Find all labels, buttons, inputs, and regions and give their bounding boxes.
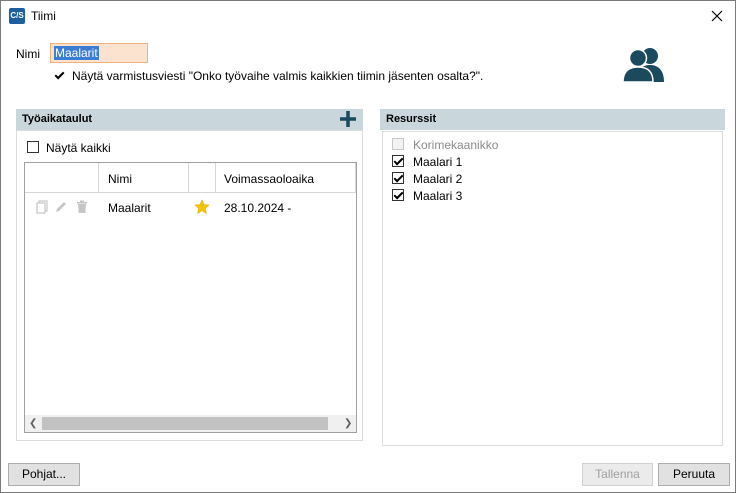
- team-dialog: C/S Tiimi Nimi Maalarit Näytä varmistusv…: [0, 0, 736, 493]
- scroll-right-icon[interactable]: ❯: [344, 418, 352, 429]
- edit-icon[interactable]: [54, 200, 68, 214]
- column-separator: [355, 163, 356, 192]
- cancel-button[interactable]: Peruuta: [658, 463, 730, 486]
- grid-header: Nimi Voimassaoloaika: [25, 163, 356, 193]
- app-icon: C/S: [9, 8, 25, 24]
- window-title: Tiimi: [31, 9, 56, 23]
- team-icon: [622, 48, 664, 82]
- resource-label: Maalari 1: [413, 155, 463, 169]
- close-icon: [711, 10, 723, 22]
- resource-checkbox[interactable]: [392, 172, 404, 184]
- schedules-grid: Nimi Voimassaoloaika Maalarit 28.10.2024…: [24, 162, 357, 433]
- name-label: Nimi: [16, 47, 40, 61]
- scroll-left-icon[interactable]: ❮: [29, 418, 37, 429]
- resource-label: Maalari 2: [413, 172, 463, 186]
- favorite-star-icon[interactable]: [194, 199, 210, 215]
- save-button[interactable]: Tallenna: [582, 463, 653, 486]
- close-button[interactable]: [701, 3, 733, 29]
- name-input-value: Maalarit: [54, 46, 99, 60]
- column-separator: [188, 163, 189, 192]
- resources-header: Resurssit: [380, 109, 725, 130]
- show-all-checkbox[interactable]: [27, 141, 39, 153]
- column-header-validity[interactable]: Voimassaoloaika: [224, 172, 314, 186]
- schedules-header-label: Työaikataulut: [22, 113, 93, 125]
- add-schedule-button[interactable]: [339, 110, 357, 128]
- show-all-label: Näytä kaikki: [46, 141, 111, 155]
- resource-checkbox[interactable]: [392, 155, 404, 167]
- column-header-name[interactable]: Nimi: [108, 172, 132, 186]
- resource-label: Maalari 3: [413, 189, 463, 203]
- table-row[interactable]: Maalarit 28.10.2024 -: [25, 193, 356, 221]
- resource-label: Korimekaanikko: [413, 138, 499, 152]
- row-validity: 28.10.2024 -: [224, 201, 292, 215]
- scrollbar-thumb[interactable]: [42, 417, 328, 430]
- templates-button[interactable]: Pohjat...: [8, 463, 80, 486]
- horizontal-scrollbar[interactable]: ❮ ❯: [25, 415, 356, 432]
- column-separator: [215, 163, 216, 192]
- row-name: Maalarit: [108, 201, 151, 215]
- column-separator: [98, 163, 99, 192]
- name-input[interactable]: Maalarit: [50, 43, 148, 63]
- resource-checkbox[interactable]: [392, 189, 404, 201]
- copy-icon[interactable]: [36, 200, 48, 214]
- confirm-checkbox-label: Näytä varmistusviesti "Onko työvaihe val…: [72, 69, 484, 83]
- resource-checkbox[interactable]: [392, 138, 404, 150]
- schedules-header: Työaikataulut: [16, 109, 363, 130]
- title-bar: C/S Tiimi: [1, 1, 735, 31]
- resources-header-label: Resurssit: [386, 113, 437, 125]
- confirm-checkbox[interactable]: [53, 69, 65, 81]
- delete-icon[interactable]: [76, 200, 88, 214]
